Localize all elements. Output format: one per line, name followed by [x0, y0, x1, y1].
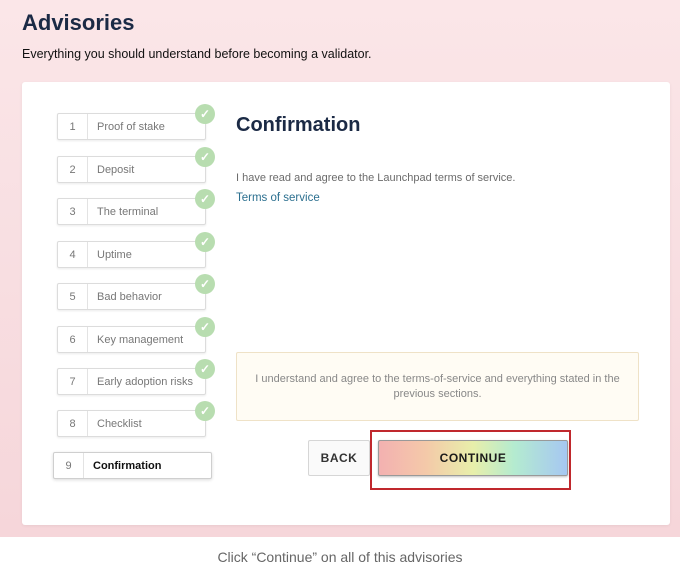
step-uptime[interactable]: 4 Uptime ✓: [57, 232, 215, 268]
advisory-card: 1 Proof of stake ✓ 2 Deposit ✓ 3 The ter…: [22, 82, 670, 525]
step-early-adoption-risks[interactable]: 7 Early adoption risks ✓: [57, 359, 215, 395]
step-label: Key management: [97, 333, 184, 346]
step-label: Uptime: [97, 248, 132, 261]
step-key-management[interactable]: 6 Key management ✓: [57, 317, 215, 353]
section-heading: Confirmation: [236, 114, 361, 136]
step-number: 3: [58, 199, 88, 224]
continue-highlight: CONTINUE: [370, 430, 571, 490]
page-title: Advisories: [22, 10, 135, 35]
step-label: Confirmation: [93, 459, 162, 472]
instruction-caption: Click “Continue” on all of this advisori…: [217, 549, 463, 565]
step-label: Deposit: [97, 163, 135, 176]
check-icon: ✓: [195, 147, 215, 167]
check-icon: ✓: [195, 401, 215, 421]
step-number: 4: [58, 242, 88, 267]
step-number: 9: [54, 453, 84, 478]
step-bad-behavior[interactable]: 5 Bad behavior ✓: [57, 274, 215, 310]
page-background: Advisories Everything you should underst…: [0, 0, 680, 537]
step-label: Early adoption risks: [97, 375, 193, 388]
step-number: 2: [58, 157, 88, 182]
check-icon: ✓: [195, 359, 215, 379]
check-icon: ✓: [195, 274, 215, 294]
agreement-box[interactable]: I understand and agree to the terms-of-s…: [236, 352, 639, 421]
check-icon: ✓: [195, 104, 215, 124]
agreement-text: I understand and agree to the terms-of-s…: [255, 372, 620, 400]
section-body: I have read and agree to the Launchpad t…: [236, 172, 516, 184]
step-label: Bad behavior: [97, 290, 162, 303]
step-number: 7: [58, 369, 88, 394]
step-number: 8: [58, 411, 88, 436]
step-number: 6: [58, 327, 88, 352]
step-proof-of-stake[interactable]: 1 Proof of stake ✓: [57, 104, 215, 140]
step-deposit[interactable]: 2 Deposit ✓: [57, 147, 215, 183]
check-icon: ✓: [195, 317, 215, 337]
step-number: 1: [58, 114, 88, 139]
step-checklist[interactable]: 8 Checklist ✓: [57, 401, 215, 437]
step-confirmation[interactable]: 9 Confirmation: [53, 452, 212, 479]
back-button[interactable]: BACK: [308, 440, 370, 476]
terms-of-service-link[interactable]: Terms of service: [236, 192, 320, 204]
step-label: Proof of stake: [97, 120, 165, 133]
page-subtitle: Everything you should understand before …: [22, 47, 372, 61]
step-label: The terminal: [97, 205, 159, 218]
step-the-terminal[interactable]: 3 The terminal ✓: [57, 189, 215, 225]
check-icon: ✓: [195, 189, 215, 209]
step-label: Checklist: [97, 417, 142, 430]
step-number: 5: [58, 284, 88, 309]
continue-button[interactable]: CONTINUE: [378, 440, 568, 476]
check-icon: ✓: [195, 232, 215, 252]
